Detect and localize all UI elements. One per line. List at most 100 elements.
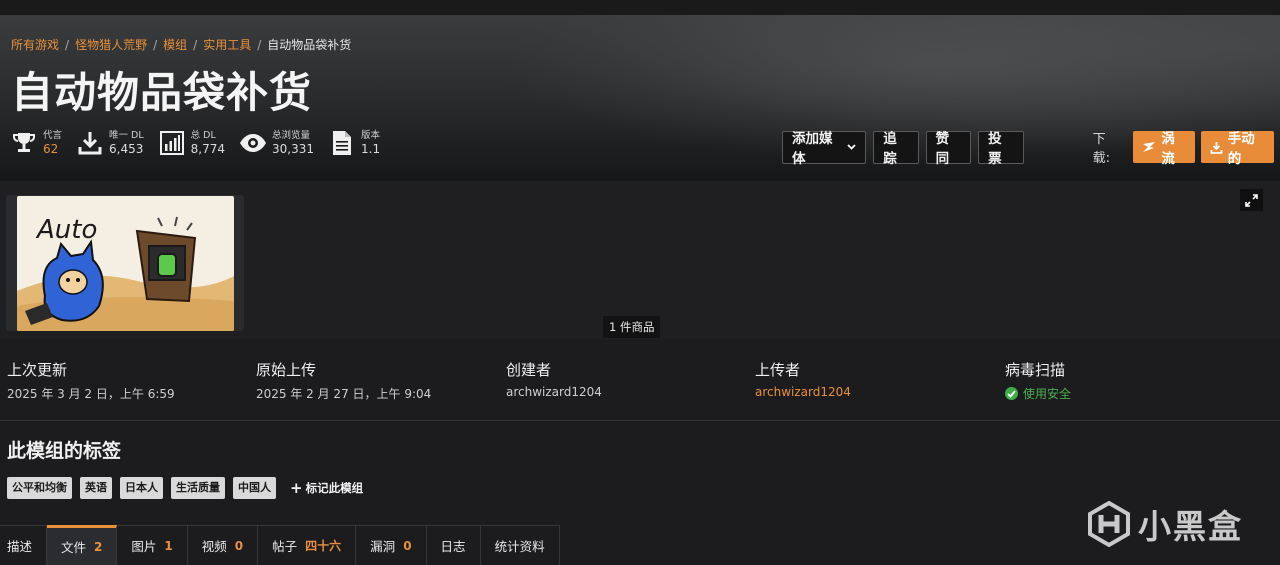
tab-label: 文件 xyxy=(61,540,87,555)
vortex-download-button[interactable]: 涡流 xyxy=(1133,131,1195,167)
virus-scan: 病毒扫描 使用安全 xyxy=(1005,359,1071,402)
uploader-link[interactable]: archwizard1204 xyxy=(755,385,851,399)
manual-download-button[interactable]: 手动的 xyxy=(1200,131,1274,167)
mod-stats: 代言 62 唯一 DL 6,453 总 DL 8,774 总浏览量 30,331… xyxy=(10,129,394,157)
media-thumbnail[interactable]: Auto xyxy=(17,196,234,331)
tab-label: 漏洞 xyxy=(370,539,396,554)
stat-total-downloads: 总 DL 8,774 xyxy=(158,129,225,157)
tag-this-mod-label: 标记此模组 xyxy=(305,481,364,495)
tag-item[interactable]: 日本人 xyxy=(120,477,163,499)
tab-count: 四十六 xyxy=(305,539,342,553)
stat-label: 唯一 DL xyxy=(109,129,144,141)
add-media-label: 添加媒体 xyxy=(792,131,833,167)
tag-this-mod-button[interactable]: + 标记此模组 xyxy=(290,479,363,497)
download-label: 下载: xyxy=(1092,132,1111,166)
bar-chart-icon xyxy=(158,129,186,157)
breadcrumb-all-games[interactable]: 所有游戏 xyxy=(11,36,59,53)
breadcrumb-game[interactable]: 怪物猎人荒野 xyxy=(75,36,147,53)
top-strip xyxy=(0,0,1280,15)
tab-description[interactable]: 描述 xyxy=(0,525,48,565)
breadcrumb-separator: / xyxy=(65,37,70,52)
tag-item[interactable]: 生活质量 xyxy=(171,477,225,499)
eye-icon xyxy=(239,129,267,157)
mod-metadata: 上次更新 2025 年 3 月 2 日，上午 6:59 原始上传 2025 年 … xyxy=(0,339,1280,421)
check-icon xyxy=(1005,387,1018,400)
tab-label: 帖子 xyxy=(272,539,298,554)
document-icon xyxy=(328,129,356,157)
stat-total-views: 总浏览量 30,331 xyxy=(239,129,314,157)
breadcrumb-mods[interactable]: 模组 xyxy=(163,36,187,53)
uploader: 上传者 archwizard1204 xyxy=(755,359,851,399)
media-gallery: Auto 1 件商品 xyxy=(0,181,1280,339)
tag-list: 公平和均衡 英语 日本人 生活质量 中国人 + 标记此模组 xyxy=(7,477,363,499)
tag-item[interactable]: 中国人 xyxy=(233,477,276,499)
tags-heading: 此模组的标签 xyxy=(7,440,122,462)
media-thumbnail-frame: Auto xyxy=(6,195,244,331)
tag-item[interactable]: 公平和均衡 xyxy=(7,477,72,499)
media-count-badge: 1 件商品 xyxy=(603,316,661,338)
breadcrumb: 所有游戏 / 怪物猎人荒野 / 模组 / 实用工具 / 自动物品袋补货 xyxy=(11,36,351,53)
stat-value: 1.1 xyxy=(361,141,381,156)
vortex-icon xyxy=(1142,141,1161,153)
meta-heading: 上传者 xyxy=(755,361,801,379)
mod-tabs: 描述 文件 2 图片 1 视频 0 帖子 四十六 漏洞 0 日志 统计资料 xyxy=(0,525,560,565)
stat-unique-downloads: 唯一 DL 6,453 xyxy=(76,129,144,157)
vortex-label: 涡流 xyxy=(1161,131,1175,167)
mod-header: 所有游戏 / 怪物猎人荒野 / 模组 / 实用工具 / 自动物品袋补货 自动物品… xyxy=(0,15,1280,181)
stat-value: 30,331 xyxy=(272,141,315,156)
tab-images[interactable]: 图片 1 xyxy=(117,525,188,565)
breadcrumb-category[interactable]: 实用工具 xyxy=(203,36,251,53)
tab-posts[interactable]: 帖子 四十六 xyxy=(258,525,357,565)
breadcrumb-separator: / xyxy=(193,37,198,52)
tab-count: 0 xyxy=(403,538,412,553)
expand-icon[interactable] xyxy=(1240,189,1263,211)
trophy-icon xyxy=(10,129,38,157)
tab-videos[interactable]: 视频 0 xyxy=(187,525,259,565)
tab-logs[interactable]: 日志 xyxy=(426,525,481,565)
tag-item[interactable]: 英语 xyxy=(80,477,112,499)
tab-stats[interactable]: 统计资料 xyxy=(480,525,560,565)
watermark: 小黑盒 xyxy=(1088,500,1243,548)
download-icon xyxy=(76,129,104,157)
tab-label: 描述 xyxy=(7,539,33,554)
heybox-logo-icon xyxy=(1088,501,1130,547)
vote-button[interactable]: 投票 xyxy=(978,130,1024,167)
track-button[interactable]: 追踪 xyxy=(873,130,919,167)
virus-scan-value: 使用安全 xyxy=(1023,387,1072,401)
virus-scan-status: 使用安全 xyxy=(1005,385,1071,402)
stat-label: 总浏览量 xyxy=(272,129,311,141)
tab-count: 1 xyxy=(164,538,173,553)
meta-heading: 上次更新 xyxy=(7,361,68,379)
stat-value: 8,774 xyxy=(190,141,226,156)
meta-heading: 创建者 xyxy=(506,361,552,379)
tab-bugs[interactable]: 漏洞 0 xyxy=(356,525,427,565)
tab-count: 2 xyxy=(94,539,103,554)
watermark-text: 小黑盒 xyxy=(1138,507,1243,546)
manual-label: 手动的 xyxy=(1227,131,1255,167)
stat-value: 6,453 xyxy=(109,141,144,156)
stat-version: 版本 1.1 xyxy=(328,129,380,157)
download-icon xyxy=(1210,141,1228,154)
tab-label: 图片 xyxy=(131,539,157,554)
original-upload: 原始上传 2025 年 2 月 27 日，上午 9:04 xyxy=(256,359,431,402)
stat-label: 版本 xyxy=(361,129,381,141)
thumbnail-text: Auto xyxy=(35,215,97,245)
meta-heading: 原始上传 xyxy=(256,361,317,379)
stat-value: 62 xyxy=(43,141,59,156)
meta-value: 2025 年 2 月 27 日，上午 9:04 xyxy=(256,387,432,401)
tab-label: 日志 xyxy=(440,539,466,554)
page-title: 自动物品袋补货 xyxy=(11,68,313,117)
meta-value: archwizard1204 xyxy=(506,385,602,399)
breadcrumb-separator: / xyxy=(257,37,262,52)
chevron-down-icon xyxy=(847,144,856,150)
last-updated: 上次更新 2025 年 3 月 2 日，上午 6:59 xyxy=(7,359,175,402)
breadcrumb-separator: / xyxy=(153,37,158,52)
action-bar: 添加媒体 追踪 赞同 投票 下载: 涡流 手动的 xyxy=(782,128,1280,167)
endorse-button[interactable]: 赞同 xyxy=(925,130,972,167)
tab-files[interactable]: 文件 2 xyxy=(47,525,118,565)
meta-value: 2025 年 3 月 2 日，上午 6:59 xyxy=(7,387,175,401)
add-media-button[interactable]: 添加媒体 xyxy=(782,130,867,167)
tab-label: 统计资料 xyxy=(494,539,545,554)
meta-heading: 病毒扫描 xyxy=(1005,361,1066,379)
stat-label: 总 DL xyxy=(190,129,216,141)
